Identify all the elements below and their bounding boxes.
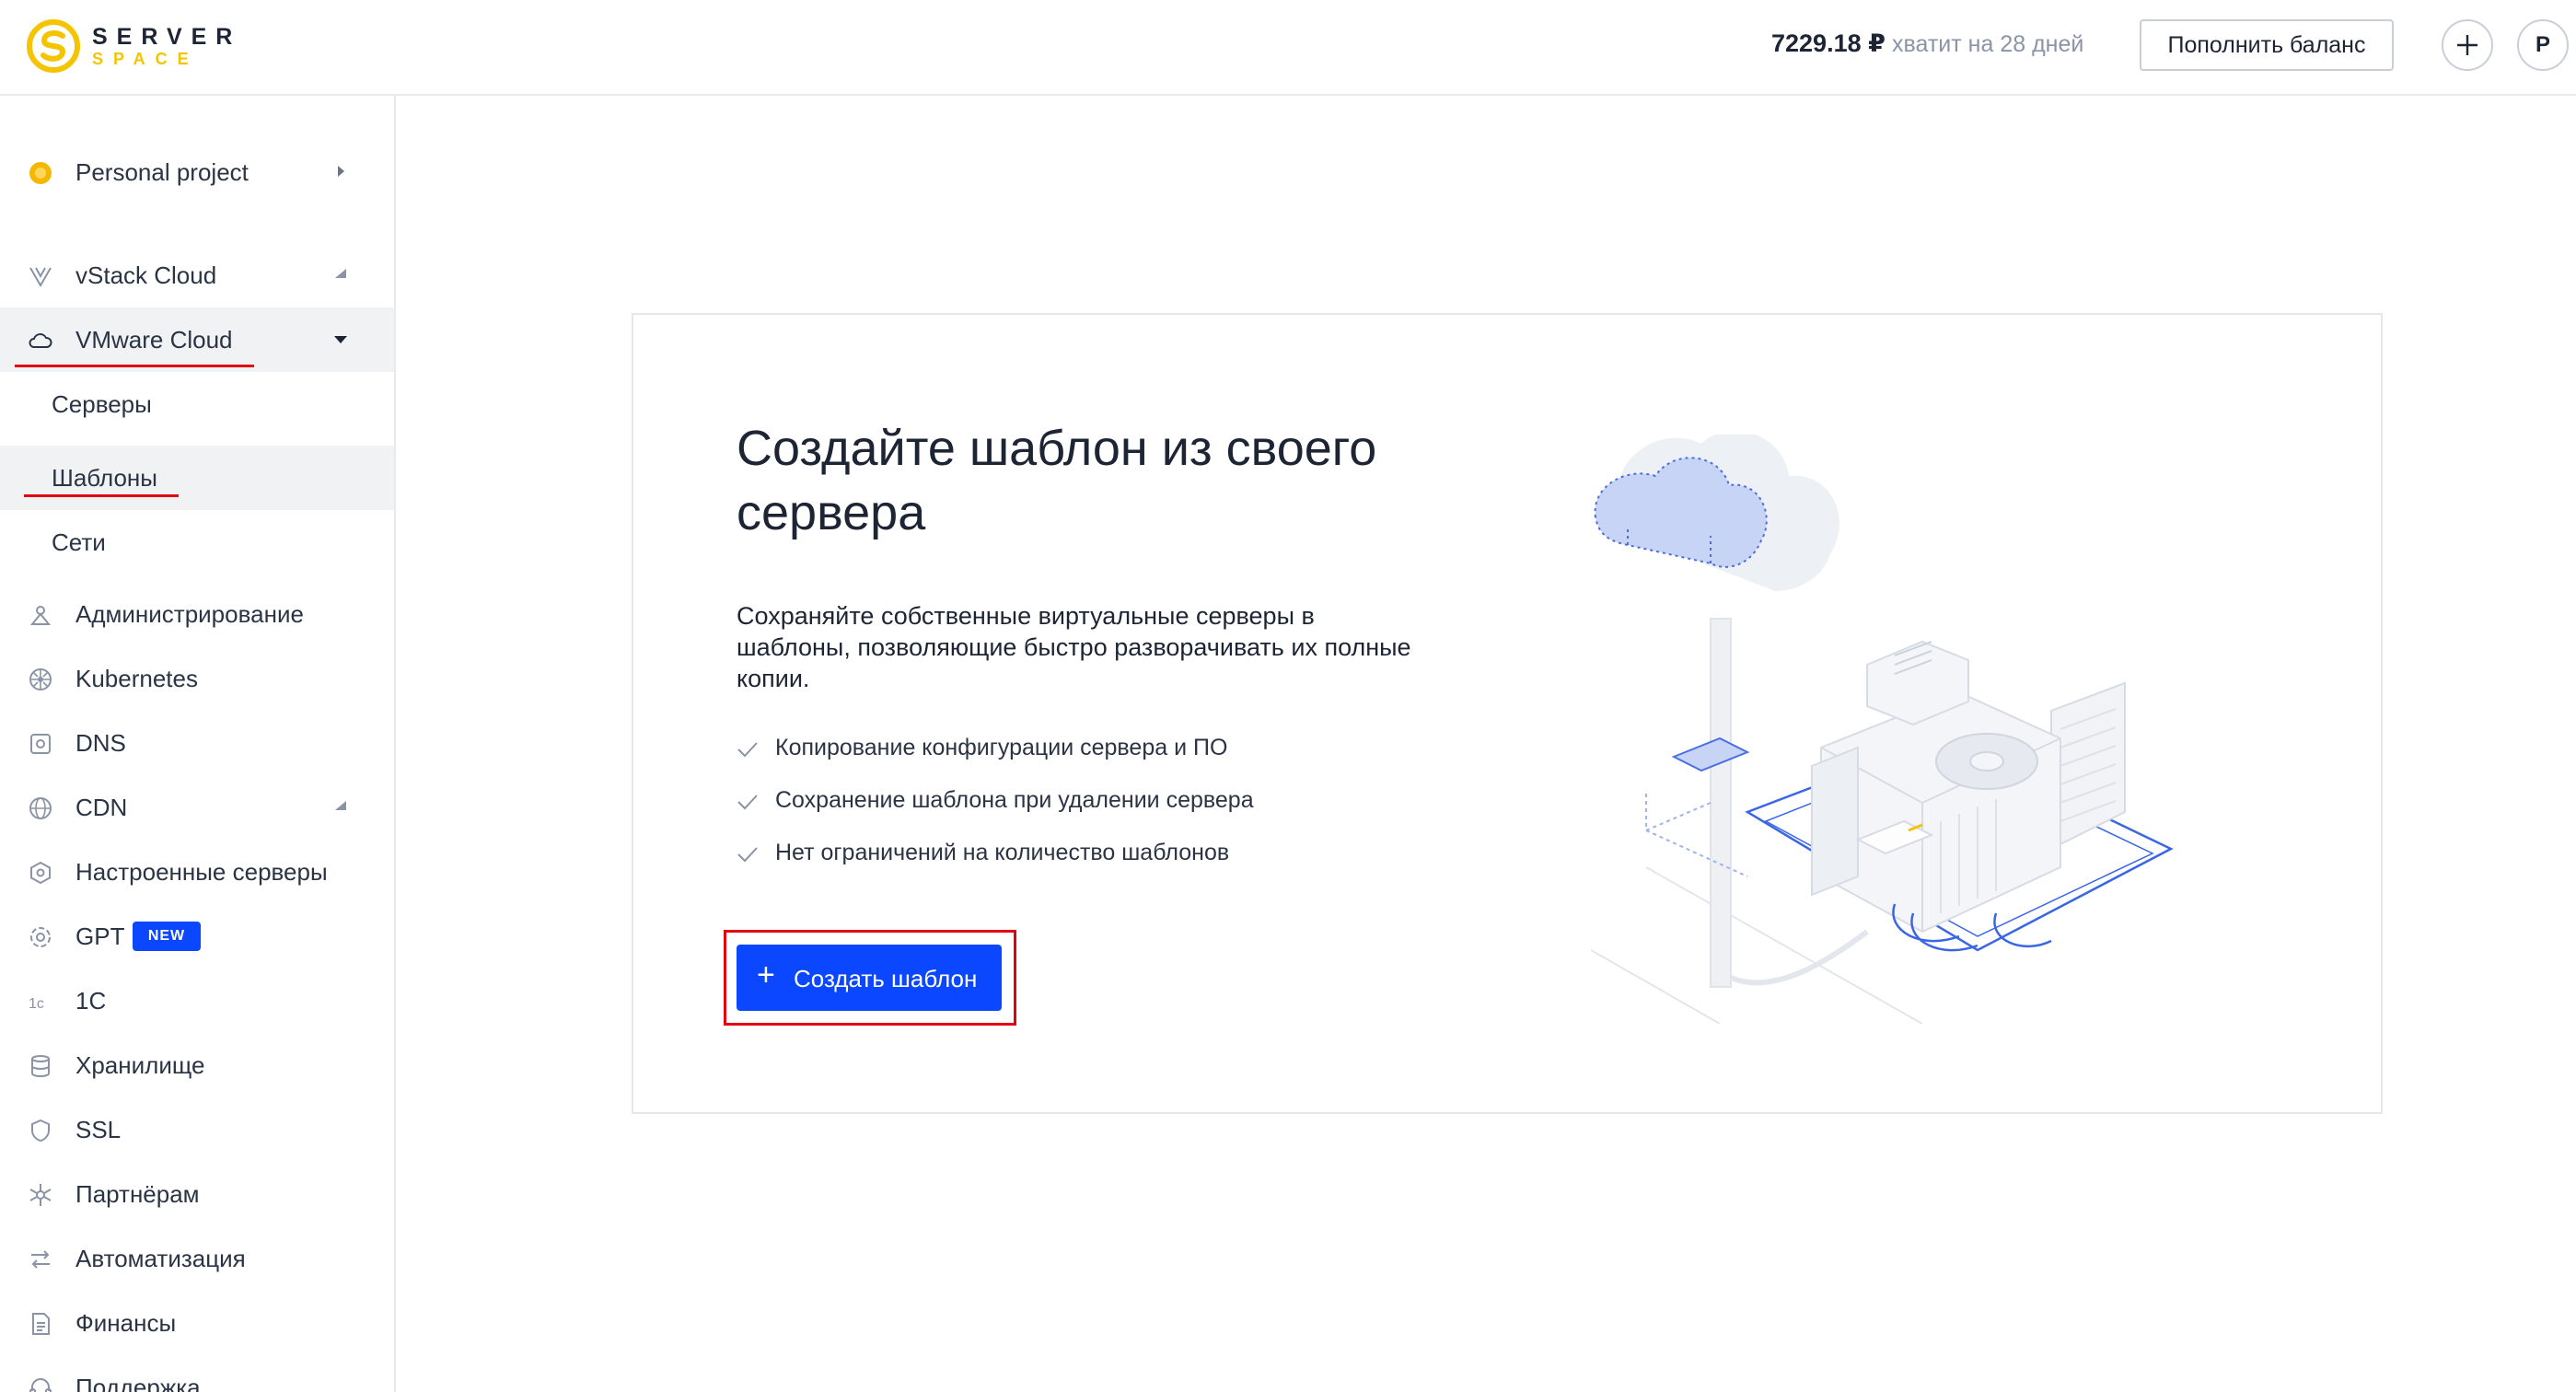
caret-up-icon xyxy=(335,801,346,810)
sidebar-item-1c[interactable]: 1c 1C xyxy=(0,969,394,1033)
sidebar-item-label: GPT xyxy=(75,922,125,950)
feature-text: Сохранение шаблона при удалении сервера xyxy=(775,787,1254,813)
sidebar-item-configured-servers[interactable]: Настроенные серверы xyxy=(0,840,394,904)
check-icon xyxy=(737,795,758,810)
check-icon xyxy=(737,742,758,758)
feature-text: Нет ограничений на количество шаблонов xyxy=(775,840,1230,865)
sidebar-item-label: Поддержка xyxy=(75,1374,201,1392)
support-icon xyxy=(29,1378,52,1392)
add-button[interactable] xyxy=(2442,19,2493,71)
sidebar-item-label: CDN xyxy=(75,794,128,821)
storage-icon xyxy=(31,1055,50,1077)
svg-text:1c: 1c xyxy=(29,996,44,1012)
chevron-right-icon xyxy=(338,166,344,177)
sidebar-item-label: Kubernetes xyxy=(75,665,198,692)
sidebar-subitem-servers[interactable]: Серверы xyxy=(0,372,394,436)
finance-icon xyxy=(32,1313,50,1335)
sidebar-item-label: Автоматизация xyxy=(75,1245,246,1272)
annotation-underline xyxy=(24,494,179,497)
topup-balance-button[interactable]: Пополнить баланс xyxy=(2140,19,2394,71)
top-header: SERVER SPACE 7229.18 ₽ хватит на 28 дней… xyxy=(0,0,2576,96)
balance-amount: 7229.18 ₽ xyxy=(1771,29,1886,57)
subitem-label: Серверы xyxy=(52,390,152,418)
sidebar-item-support[interactable]: Поддержка xyxy=(0,1355,394,1392)
dns-icon xyxy=(30,734,51,754)
gpt-icon xyxy=(30,927,51,947)
serverspace-logo[interactable]: SERVER SPACE xyxy=(26,18,238,74)
subitem-label: Сети xyxy=(52,528,106,556)
subitem-label: Шаблоны xyxy=(52,464,157,492)
plus-icon xyxy=(2457,35,2477,55)
project-selector[interactable]: Personal project xyxy=(0,140,394,204)
sidebar-item-label: DNS xyxy=(75,729,126,757)
check-icon xyxy=(737,847,758,863)
sidebar-item-label: 1C xyxy=(75,987,107,1015)
cloud-server-illustration xyxy=(1591,435,2174,1024)
sidebar-item-vstack-cloud[interactable]: vStack Cloud xyxy=(0,243,394,307)
sidebar-item-cdn[interactable]: CDN xyxy=(0,775,394,840)
logo-word-space: SPACE xyxy=(92,50,199,68)
user-avatar[interactable]: P xyxy=(2517,19,2569,71)
sidebar-item-label: SSL xyxy=(75,1116,122,1143)
sidebar-item-kubernetes[interactable]: Kubernetes xyxy=(0,646,394,711)
logo-word-server: SERVER xyxy=(92,24,242,50)
sidebar-item-label: VMware Cloud xyxy=(75,326,233,354)
create-template-label: Создать шаблон xyxy=(794,965,978,992)
sidebar-item-finance[interactable]: Финансы xyxy=(0,1291,394,1355)
sidebar-item-label: Настроенные серверы xyxy=(75,858,328,886)
new-badge: NEW xyxy=(133,922,201,951)
plus-icon: + xyxy=(757,957,775,992)
sidebar-item-label: Финансы xyxy=(75,1309,177,1337)
sidebar-subitem-networks[interactable]: Сети xyxy=(0,510,394,574)
sidebar-item-label: Хранилище xyxy=(75,1051,205,1079)
sidebar-item-ssl[interactable]: SSL xyxy=(0,1097,394,1162)
cloud-icon xyxy=(29,333,52,348)
admin-icon xyxy=(29,606,52,625)
sidebar-item-automation[interactable]: Автоматизация xyxy=(0,1226,394,1291)
automation-icon xyxy=(31,1250,50,1269)
project-name: Personal project xyxy=(75,158,249,186)
vstack-icon xyxy=(29,267,52,287)
project-dot-icon xyxy=(29,162,52,184)
sidebar-item-administration[interactable]: Администрирование xyxy=(0,582,394,646)
sidebar-subitem-templates[interactable]: Шаблоны xyxy=(0,446,394,510)
configured-servers-icon xyxy=(30,861,51,885)
sidebar-item-gpt[interactable]: GPT NEW xyxy=(0,904,394,969)
page-description: Сохраняйте собственные виртуальные серве… xyxy=(737,602,1411,692)
1c-icon: 1c xyxy=(29,996,44,1012)
create-template-button[interactable]: + Создать шаблон xyxy=(737,945,1002,1011)
feature-text: Копирование конфигурации сервера и ПО xyxy=(775,735,1228,760)
sidebar-item-partners[interactable]: Партнёрам xyxy=(0,1162,394,1226)
annotation-underline xyxy=(15,365,254,367)
caret-up-icon xyxy=(335,269,346,278)
sidebar-item-label: Администрирование xyxy=(75,600,304,628)
caret-down-icon xyxy=(334,336,347,343)
sidebar-item-vmware-cloud[interactable]: VMware Cloud xyxy=(0,307,394,372)
globe-icon xyxy=(29,797,52,819)
sidebar: Personal project vStack Cloud VMware Clo… xyxy=(0,96,396,1392)
sidebar-item-dns[interactable]: DNS xyxy=(0,711,394,775)
sidebar-item-label: vStack Cloud xyxy=(75,261,217,289)
shield-icon xyxy=(31,1119,50,1143)
sidebar-item-storage[interactable]: Хранилище xyxy=(0,1033,394,1097)
balance-days-left: хватит на 28 дней xyxy=(1892,31,2084,57)
partners-icon xyxy=(29,1184,52,1206)
empty-state-card: Создайте шаблон из своего сервера Сохран… xyxy=(632,313,2383,1114)
kubernetes-icon xyxy=(29,668,52,690)
page-title: Создайте шаблон из своего сервера xyxy=(737,421,1377,540)
sidebar-item-label: Партнёрам xyxy=(75,1180,200,1208)
logo-mark-icon xyxy=(27,19,80,73)
